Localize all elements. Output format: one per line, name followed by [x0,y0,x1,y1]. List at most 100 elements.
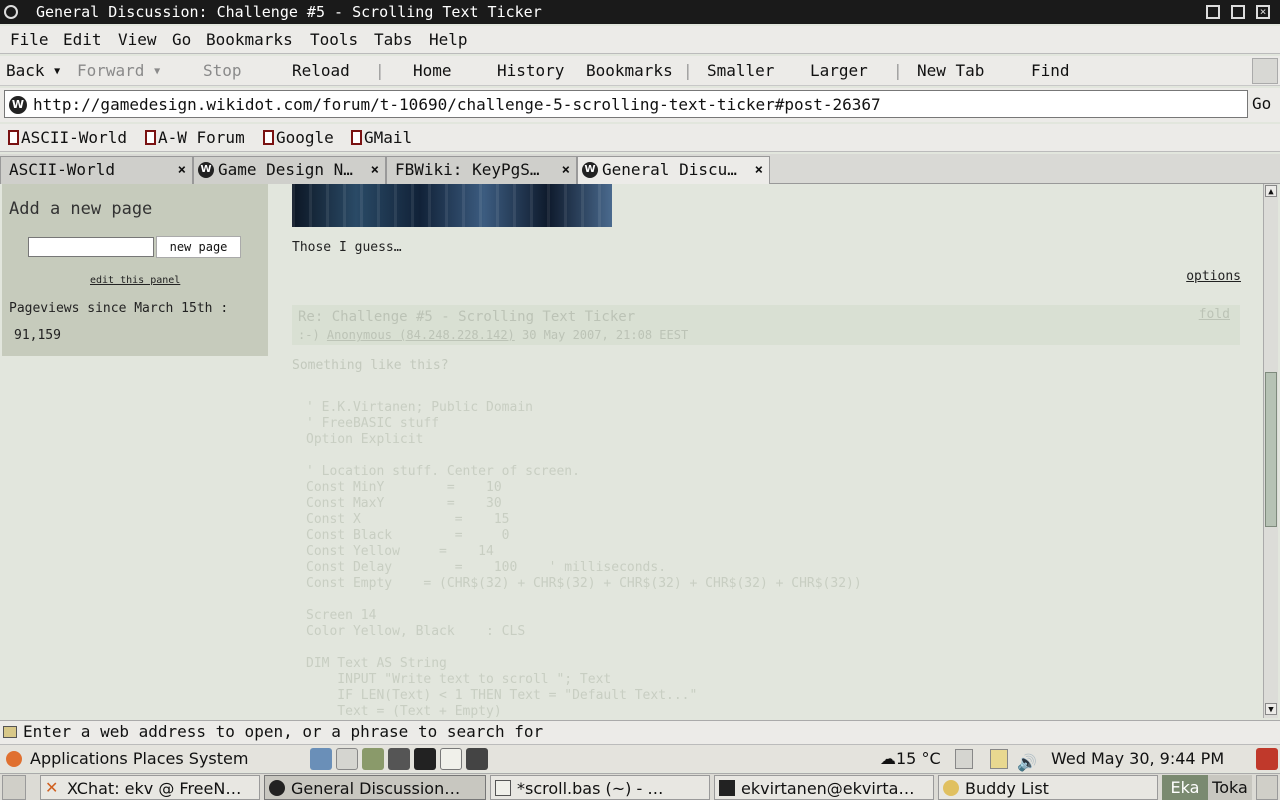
minimize-icon[interactable]: _ [1206,5,1220,19]
post-image [292,184,612,227]
scroll-down-icon[interactable]: ▼ [1265,703,1277,715]
xchat-icon: ✕ [45,778,59,797]
task-buddy-list[interactable]: Buddy List [938,775,1158,800]
smaller-button[interactable]: Smaller [707,56,774,86]
terminal-launcher-icon[interactable] [414,748,436,770]
clock-launcher-icon[interactable] [336,748,358,770]
options-link[interactable]: options [1186,269,1241,284]
code-line: Option Explicit [306,432,424,447]
user-icon: :-) [298,328,320,342]
new-tab-button[interactable]: New Tab [917,56,984,86]
close-tab-icon[interactable]: × [178,157,186,183]
find-button[interactable]: Find [1031,56,1070,86]
task-editor[interactable]: *scroll.bas (~) - … [490,775,710,800]
navigation-toolbar: Back ▼ Forward ▼ Stop Reload | Home Hist… [0,56,1280,86]
network-icon[interactable] [955,749,973,769]
reply-author-link[interactable]: Anonymous (84.248.228.142) [327,328,515,342]
close-tab-icon[interactable]: × [755,157,763,183]
stop-button[interactable]: Stop [203,56,242,86]
code-line: Const X = 15 [306,512,510,527]
bookmark-ascii-world[interactable]: ASCII-World [8,124,127,152]
workspace-eka[interactable]: Eka [1162,775,1208,800]
menu-edit[interactable]: Edit [63,26,102,54]
camera-launcher-icon[interactable] [388,748,410,770]
calculator-launcher-icon[interactable] [466,748,488,770]
menu-file[interactable]: File [10,26,49,54]
code-line: Const Empty = (CHR$(32) + CHR$(32) + CHR… [306,576,862,591]
web-browser-launcher-icon[interactable] [310,748,332,770]
bookmark-icon [263,130,274,145]
back-label: Back [6,61,45,80]
menu-help[interactable]: Help [429,26,468,54]
weather-applet[interactable]: ☁15 °C [880,745,941,773]
browser-throbber-icon [1252,58,1278,84]
wikidot-icon: W [198,162,214,178]
task-label: XChat: ekv @ FreeN… [67,779,242,798]
bookmark-icon [351,130,362,145]
tab-ascii-world[interactable]: ASCII-World × [0,156,193,184]
forward-dropdown-icon[interactable]: ▼ [154,66,160,77]
maximize-icon[interactable] [1231,5,1245,19]
bookmarks-bar: ASCII-World A-W Forum Google GMail [0,124,1280,152]
edit-panel-link[interactable]: edit this panel [90,275,180,286]
code-line: Const Black = 0 [306,528,510,543]
taskbar: ✕ XChat: ekv @ FreeN… General Discussion… [0,773,1280,800]
clock[interactable]: Wed May 30, 9:44 PM [1051,745,1224,773]
scroll-up-icon[interactable]: ▲ [1265,185,1277,197]
applications-menu[interactable]: Applications [30,749,128,768]
bookmark-label: Google [276,128,334,147]
task-browser[interactable]: General Discussion… [264,775,486,800]
bookmark-gmail[interactable]: GMail [351,124,412,152]
site-favicon: W [9,96,27,114]
show-desktop-icon[interactable] [2,775,26,800]
menu-go[interactable]: Go [172,26,191,54]
vertical-scrollbar[interactable]: ▲ ▼ [1263,184,1278,718]
reply-intro: Something like this? [292,358,449,373]
tab-game-design[interactable]: W Game Design N… × [193,156,386,184]
window-title: General Discussion: Challenge #5 - Scrol… [36,3,542,21]
menu-tabs[interactable]: Tabs [374,26,413,54]
volume-icon[interactable]: 🔊 [1017,749,1037,772]
close-icon[interactable]: × [1256,5,1270,19]
close-tab-icon[interactable]: × [562,157,570,183]
bookmark-google[interactable]: Google [263,124,334,152]
code-line: ' Location stuff. Center of screen. [306,464,580,479]
forward-button[interactable]: Forward ▼ [77,56,160,87]
back-dropdown-icon[interactable]: ▼ [54,66,60,77]
tab-fbwiki[interactable]: FBWiki: KeyPgS… × [386,156,577,184]
menu-tools[interactable]: Tools [310,26,358,54]
close-tab-icon[interactable]: × [371,157,379,183]
workspace-toka[interactable]: Toka [1208,775,1252,800]
side-panel: Add a new page new page edit this panel … [2,184,268,356]
fold-link[interactable]: fold [1199,307,1230,322]
url-input[interactable]: W http://gamedesign.wikidot.com/forum/t-… [4,90,1248,118]
places-menu[interactable]: Places [133,749,184,768]
back-button[interactable]: Back ▼ [6,56,60,87]
home-button[interactable]: Home [413,56,452,86]
scrollbar-thumb[interactable] [1265,372,1277,527]
menu-bookmarks[interactable]: Bookmarks [206,26,293,54]
file-manager-launcher-icon[interactable] [362,748,384,770]
new-page-input[interactable] [28,237,154,257]
text-editor-launcher-icon[interactable] [440,748,462,770]
task-xchat[interactable]: ✕ XChat: ekv @ FreeN… [40,775,260,800]
tab-bar: ASCII-World × W Game Design N… × FBWiki:… [0,154,1280,185]
task-label: ekvirtanen@ekvirta… [741,779,915,798]
task-terminal[interactable]: ekvirtanen@ekvirta… [714,775,934,800]
bookmarks-button[interactable]: Bookmarks [586,56,673,86]
notification-icon[interactable] [990,749,1008,769]
system-menu[interactable]: System [189,749,249,768]
new-page-button[interactable]: new page [156,236,241,258]
reload-button[interactable]: Reload [292,56,350,86]
logout-icon[interactable] [1256,748,1278,770]
go-button[interactable]: Go [1252,90,1278,118]
bookmark-aw-forum[interactable]: A-W Forum [145,124,245,152]
tab-general-discussion[interactable]: W General Discu… × [577,156,770,185]
larger-button[interactable]: Larger [810,56,868,86]
history-button[interactable]: History [497,56,564,86]
window-menu-icon[interactable] [4,5,18,19]
bookmark-label: GMail [364,128,413,147]
url-text[interactable]: http://gamedesign.wikidot.com/forum/t-10… [33,91,881,119]
menu-view[interactable]: View [118,26,157,54]
trash-icon[interactable] [1256,775,1278,800]
